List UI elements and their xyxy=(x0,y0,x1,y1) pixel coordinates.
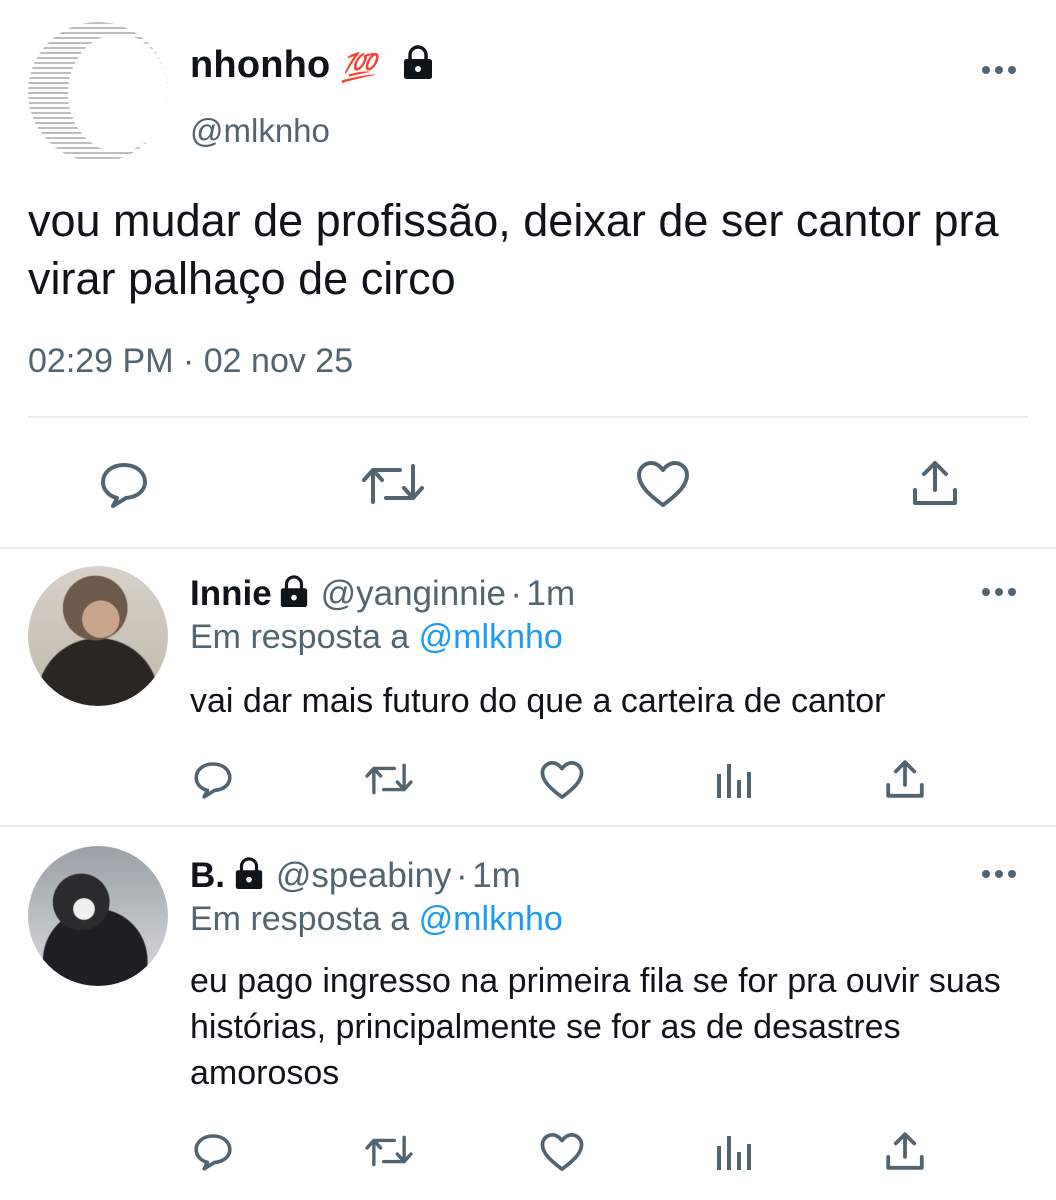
reply-button[interactable] xyxy=(192,1132,234,1172)
reply-handle[interactable]: @yanginnie xyxy=(321,574,506,613)
reply-author-name[interactable]: Innie xyxy=(190,574,272,613)
retweet-button[interactable] xyxy=(364,1134,414,1168)
section-divider xyxy=(0,825,1056,827)
separator-dot: · xyxy=(510,574,523,613)
share-button[interactable] xyxy=(884,1130,926,1172)
more-icon[interactable] xyxy=(982,586,1018,598)
replying-to: Em resposta a @mlknho xyxy=(190,900,563,939)
retweet-icon xyxy=(362,464,424,504)
more-icon[interactable] xyxy=(982,64,1018,76)
hundred-emoji: 💯 xyxy=(341,52,377,83)
retweet-icon xyxy=(365,1135,413,1167)
comment-icon xyxy=(101,463,147,508)
analytics-button[interactable] xyxy=(714,1132,754,1172)
comment-icon xyxy=(194,762,232,799)
like-button[interactable] xyxy=(636,460,690,508)
main-timestamp[interactable]: 02:29 PM · 02 nov 25 xyxy=(28,342,353,381)
share-button[interactable] xyxy=(884,758,926,800)
lock-icon xyxy=(280,575,308,608)
reply-header: B. @speabiny · 1m xyxy=(190,856,521,896)
share-button[interactable] xyxy=(910,458,960,508)
replying-prefix: Em resposta a xyxy=(190,900,410,938)
share-icon xyxy=(886,1132,924,1170)
reply-age[interactable]: 1m xyxy=(472,856,521,895)
share-icon xyxy=(886,760,924,798)
heart-icon xyxy=(637,461,689,507)
replying-to-handle[interactable]: @mlknho xyxy=(419,900,563,938)
reply-avatar[interactable] xyxy=(28,846,168,986)
reply-button[interactable] xyxy=(98,460,150,510)
reply-avatar[interactable] xyxy=(28,566,168,706)
reply-header: Innie @yanginnie · 1m xyxy=(190,574,575,614)
replying-prefix: Em resposta a xyxy=(190,618,410,656)
main-avatar[interactable] xyxy=(28,22,168,162)
like-button[interactable] xyxy=(540,1132,584,1172)
reply-author-name[interactable]: B. xyxy=(190,856,225,895)
heart-icon xyxy=(540,1133,584,1171)
comment-icon xyxy=(194,1134,232,1171)
analytics-icon xyxy=(717,764,751,798)
separator-dot: · xyxy=(456,856,468,895)
lock-icon xyxy=(236,857,263,890)
retweet-icon xyxy=(365,763,413,795)
main-tweet-text: vou mudar de profissão, deixar de ser ca… xyxy=(28,195,999,304)
main-date: 02 nov 25 xyxy=(203,342,354,380)
main-name-text: nhonho xyxy=(190,44,331,86)
analytics-icon xyxy=(717,1136,751,1170)
separator-dot: · xyxy=(182,342,195,380)
reply-button[interactable] xyxy=(192,760,234,800)
main-handle[interactable]: @mlknho xyxy=(190,112,330,150)
main-time: 02:29 PM xyxy=(28,342,174,380)
reply-text: eu pago ingresso na primeira fila se for… xyxy=(190,962,1001,1092)
analytics-button[interactable] xyxy=(714,760,754,800)
retweet-button[interactable] xyxy=(360,462,426,506)
reply-text: vai dar mais futuro do que a carteira de… xyxy=(190,682,886,720)
like-button[interactable] xyxy=(540,760,584,800)
reply-age[interactable]: 1m xyxy=(527,574,576,613)
main-divider xyxy=(28,416,1028,418)
lock-icon xyxy=(404,45,433,79)
replying-to: Em resposta a @mlknho xyxy=(190,618,563,657)
replying-to-handle[interactable]: @mlknho xyxy=(419,618,563,656)
section-divider xyxy=(0,547,1056,549)
retweet-button[interactable] xyxy=(364,762,414,796)
heart-icon xyxy=(540,761,584,799)
more-icon[interactable] xyxy=(982,868,1018,880)
reply-handle[interactable]: @speabiny xyxy=(276,856,452,895)
share-icon xyxy=(913,461,957,505)
main-author-name[interactable]: nhonho 💯 xyxy=(190,44,435,87)
